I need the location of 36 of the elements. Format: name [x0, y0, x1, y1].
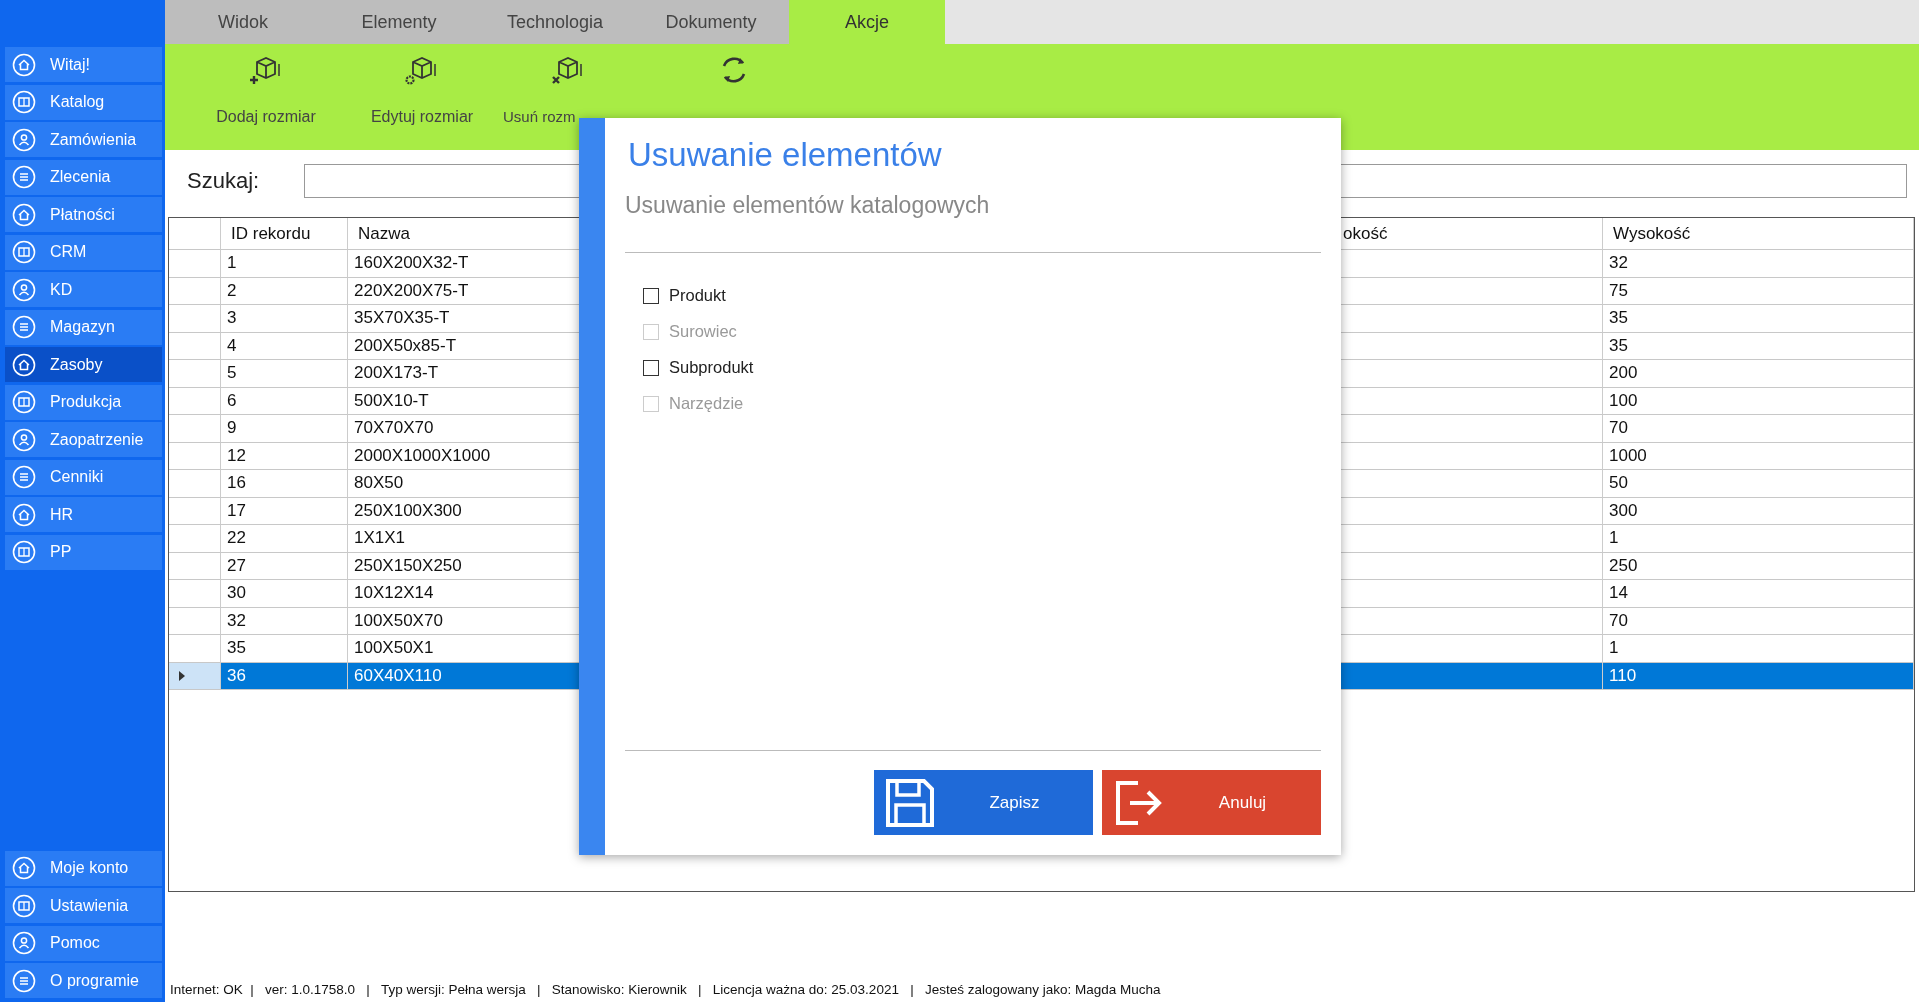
table-cell: 70 — [1603, 607, 1914, 635]
table-cell: 9 — [221, 415, 348, 443]
table-cell: 17 — [221, 497, 348, 525]
table-cell: 12 — [221, 442, 348, 470]
table-cell: 35 — [1603, 332, 1914, 360]
table-cell: 1 — [1603, 635, 1914, 663]
dialog-subtitle: Usuwanie elementów katalogowych — [625, 192, 991, 219]
table-cell: 300 — [1603, 497, 1914, 525]
table-cell: 50 — [1603, 470, 1914, 498]
table-cell: 110 — [1603, 662, 1914, 690]
table-cell: 14 — [1603, 580, 1914, 608]
dialog-title: Usuwanie elementów — [627, 136, 943, 174]
table-cell: 250 — [1603, 552, 1914, 580]
table-cell: 22 — [221, 525, 348, 553]
table-cell: 35 — [1603, 305, 1914, 333]
table-cell: 35 — [221, 635, 348, 663]
table-cell: 75 — [1603, 277, 1914, 305]
table-cell: 3 — [221, 305, 348, 333]
table-cell: 100 — [1603, 387, 1914, 415]
table-cell: 1000 — [1603, 442, 1914, 470]
table-cell: 5 — [221, 360, 348, 388]
table-cell: 1 — [1603, 525, 1914, 553]
table-cell: 200 — [1603, 360, 1914, 388]
table-cell: 32 — [1603, 250, 1914, 278]
table-cell: 16 — [221, 470, 348, 498]
table-cell: 32 — [221, 607, 348, 635]
table-cell: 70 — [1603, 415, 1914, 443]
table-cell: 1 — [221, 250, 348, 278]
table-cell: 36 — [221, 662, 348, 690]
table-cell: 2 — [221, 277, 348, 305]
status-text: Internet: OK | ver: 1.0.1758.0 | Typ wersji: Pełna wersja | Stanowisko: Kierownik | Licencja ważna do: 25.03.2021 | Jesteś zalogowany jako: Magda Mucha — [169, 980, 1162, 999]
table-cell: 30 — [221, 580, 348, 608]
table-cell: 27 — [221, 552, 348, 580]
search-label: Szukaj: — [187, 168, 260, 194]
table-cell: 4 — [221, 332, 348, 360]
table-cell: 6 — [221, 387, 348, 415]
